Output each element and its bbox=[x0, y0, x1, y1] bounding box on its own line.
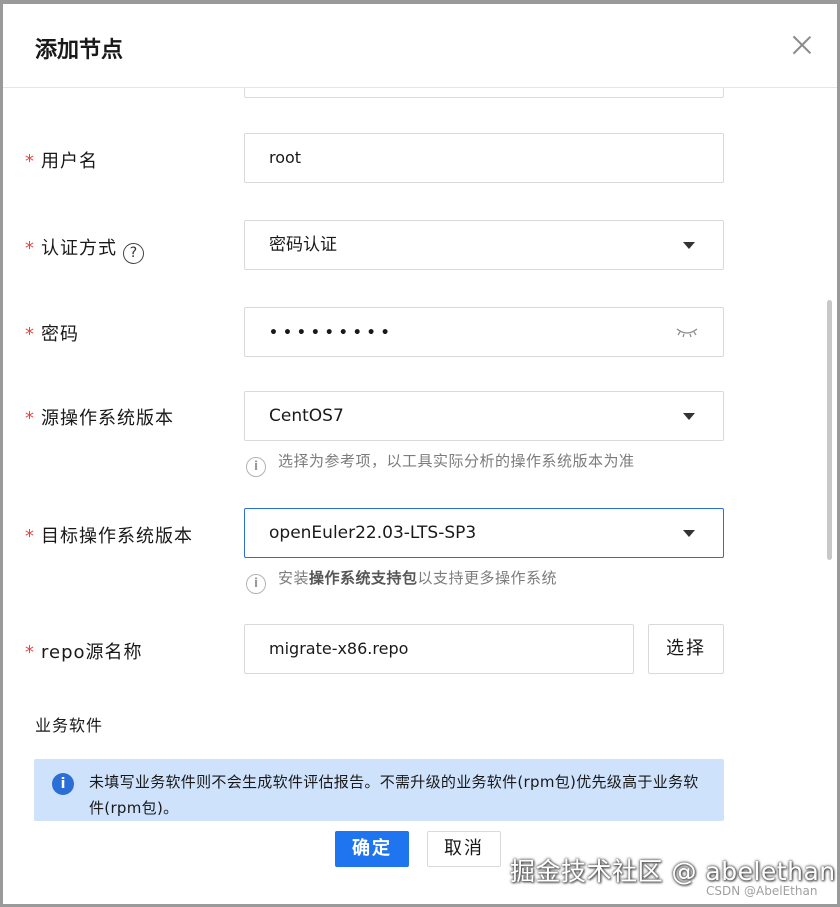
business-software-notice: i 未填写业务软件则不会生成软件评估报告。不需升级的业务软件(rpm包)优先级高… bbox=[34, 759, 724, 821]
source-os-value: CentOS7 bbox=[269, 406, 344, 426]
required-asterisk: * bbox=[25, 324, 35, 345]
password-label: * 密码 bbox=[25, 324, 79, 345]
dialog-title: 添加节点 bbox=[35, 38, 124, 63]
os-support-package-link[interactable]: 操作系统支持包 bbox=[309, 569, 418, 587]
previous-field-stub bbox=[244, 88, 724, 98]
required-asterisk: * bbox=[25, 238, 35, 259]
target-os-select[interactable]: openEuler22.03-LTS-SP3 bbox=[244, 508, 724, 558]
source-os-label: * 源操作系统版本 bbox=[25, 408, 174, 429]
password-input[interactable]: ••••••••• bbox=[244, 307, 724, 357]
auth-method-value: 密码认证 bbox=[269, 235, 337, 255]
eye-closed-icon[interactable] bbox=[675, 324, 699, 340]
cancel-button[interactable]: 取消 bbox=[427, 831, 501, 867]
watermark-small: CSDN @AbelEthan bbox=[706, 884, 818, 898]
confirm-button[interactable]: 确定 bbox=[335, 831, 409, 867]
info-icon: i bbox=[246, 574, 266, 594]
help-icon[interactable]: ? bbox=[123, 243, 144, 264]
auth-method-label: * 认证方式? bbox=[25, 234, 144, 264]
info-icon: i bbox=[52, 773, 74, 795]
auth-method-select[interactable]: 密码认证 bbox=[244, 220, 724, 270]
repo-input[interactable]: migrate-x86.repo bbox=[244, 624, 634, 674]
required-asterisk: * bbox=[25, 408, 35, 429]
required-asterisk: * bbox=[25, 526, 35, 547]
target-os-hint: i 安装操作系统支持包以支持更多操作系统 bbox=[246, 567, 557, 594]
watermark: 掘金技术社区 @ abelethan bbox=[510, 857, 836, 886]
username-input[interactable]: root bbox=[244, 133, 724, 183]
password-value: ••••••••• bbox=[269, 325, 395, 341]
repo-select-button[interactable]: 选择 bbox=[648, 624, 724, 674]
username-label: * 用户名 bbox=[25, 151, 98, 172]
source-os-hint: i 选择为参考项，以工具实际分析的操作系统版本为准 bbox=[246, 450, 635, 477]
dialog-header: 添加节点 bbox=[3, 4, 837, 88]
chevron-down-icon bbox=[683, 530, 695, 537]
business-software-title: 业务软件 bbox=[35, 716, 104, 735]
repo-label: * repo源名称 bbox=[25, 642, 143, 663]
required-asterisk: * bbox=[25, 642, 35, 663]
close-icon[interactable] bbox=[791, 34, 813, 56]
target-os-label: * 目标操作系统版本 bbox=[25, 526, 193, 547]
chevron-down-icon bbox=[683, 413, 695, 420]
scrollbar[interactable] bbox=[827, 300, 832, 560]
info-icon: i bbox=[246, 457, 266, 477]
chevron-down-icon bbox=[683, 242, 695, 249]
source-os-select[interactable]: CentOS7 bbox=[244, 391, 724, 441]
dialog-frame: 添加节点 * 用户名 root * 认证方式? 密码认证 * 密码 •••••••••… bbox=[0, 0, 840, 907]
notice-text: 未填写业务软件则不会生成软件评估报告。不需升级的业务软件(rpm包)优先级高于业… bbox=[89, 773, 699, 817]
target-os-value: openEuler22.03-LTS-SP3 bbox=[269, 523, 477, 543]
required-asterisk: * bbox=[25, 151, 35, 172]
